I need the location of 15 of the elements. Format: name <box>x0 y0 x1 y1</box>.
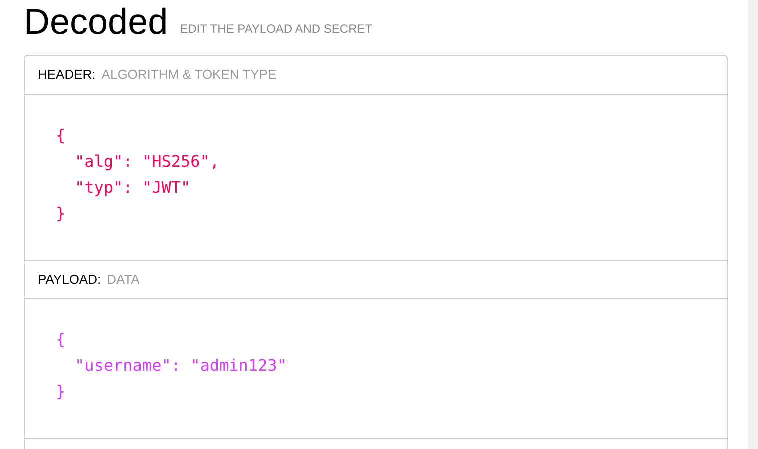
code-line: "username": "admin123" <box>74 355 287 377</box>
section-title: Decoded <box>24 4 168 40</box>
section-subtitle: EDIT THE PAYLOAD AND SECRET <box>180 21 373 38</box>
code-line: } <box>56 203 66 225</box>
code-line: { <box>56 329 66 351</box>
code-line: "typ": "JWT" <box>74 177 191 199</box>
code-line: } <box>56 381 66 403</box>
code-line: "alg": "HS256", <box>74 151 220 173</box>
section-label: PAYLOAD: <box>38 270 102 289</box>
section-hint: ALGORITHM & TOKEN TYPE <box>102 66 277 84</box>
section-label: HEADER: <box>38 66 96 84</box>
code-editor[interactable]: { "username": "admin123" } <box>25 299 727 438</box>
section-hint: DATA <box>107 270 140 289</box>
code-line: { <box>56 125 66 147</box>
code-editor[interactable]: { "alg": "HS256", "typ": "JWT" } <box>25 95 727 260</box>
